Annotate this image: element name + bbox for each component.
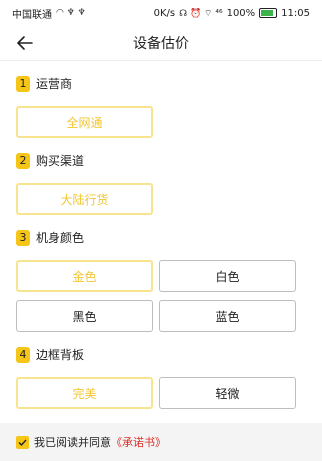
agreement-bar: 我已阅读并同意 《承诺书》 <box>0 423 322 461</box>
option-button[interactable]: 完美 <box>16 377 153 409</box>
section-header: 1 运营商 <box>16 75 306 92</box>
section-label: 机身颜色 <box>36 231 85 245</box>
section-number-badge: 1 <box>16 75 30 92</box>
option-button[interactable]: 全网通 <box>16 106 153 138</box>
section-header: 2 购买渠道 <box>16 152 306 169</box>
nav-bar: 设备估价 <box>0 26 322 61</box>
option-button[interactable]: 轻微 <box>159 377 296 409</box>
option-group: 金色 白色 黑色 蓝色 <box>16 260 306 332</box>
back-arrow-icon[interactable] <box>14 32 36 54</box>
battery-percent: 100% <box>226 7 256 19</box>
section-number-badge: 2 <box>16 152 30 169</box>
status-bar: 中国联通 ◠ ♆ ♆ 0K/s ☊ ⏰ ⌔ ⁴⁶ 100% 11:05 <box>0 0 322 26</box>
option-group: 全网通 <box>16 106 306 138</box>
carrier-icons: ◠ ♆ ♆ <box>56 8 86 18</box>
section-header: 3 机身颜色 <box>16 229 306 246</box>
page-title: 设备估价 <box>133 36 189 52</box>
section-header: 4 边框背板 <box>16 346 306 363</box>
section-label: 运营商 <box>36 77 73 91</box>
agree-text: 我已阅读并同意 <box>34 436 111 449</box>
status-icons: ☊ ⏰ ⌔ ⁴⁶ <box>179 8 223 19</box>
option-button[interactable]: 白色 <box>159 260 296 292</box>
valuation-form: 1 运营商全网通 2 购买渠道大陆行货 3 机身颜色金色 白色 黑色 蓝色 4 边框背板完美 轻微 <box>0 75 322 409</box>
carrier-name: 中国联通 <box>12 9 52 21</box>
section-label: 购买渠道 <box>36 154 85 168</box>
section-label: 边框背板 <box>36 348 85 362</box>
option-group: 完美 轻微 <box>16 377 306 409</box>
section-number-badge: 3 <box>16 229 30 246</box>
option-button[interactable]: 黑色 <box>16 300 153 332</box>
option-button[interactable]: 蓝色 <box>159 300 296 332</box>
option-button[interactable]: 金色 <box>16 260 153 292</box>
check-icon <box>18 439 27 446</box>
net-speed: 0K/s <box>153 7 176 19</box>
section-number-badge: 4 <box>16 346 30 363</box>
clock: 11:05 <box>281 7 310 19</box>
option-button[interactable]: 大陆行货 <box>16 183 153 215</box>
battery-icon <box>259 8 278 18</box>
option-group: 大陆行货 <box>16 183 306 215</box>
agree-checkbox[interactable] <box>16 435 29 449</box>
commitment-link[interactable]: 《承诺书》 <box>111 434 166 450</box>
